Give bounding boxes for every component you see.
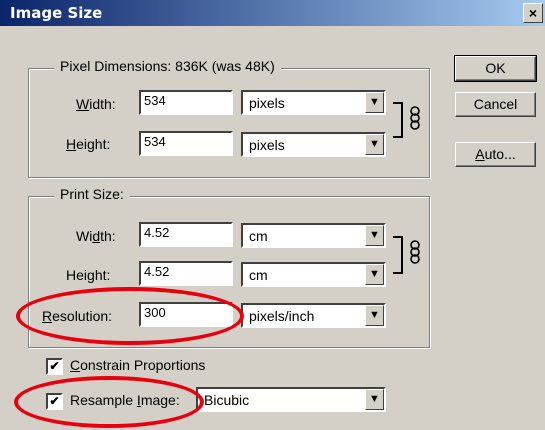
print-height-unit-value: cm xyxy=(249,267,268,283)
pixel-height-unit-select[interactable]: pixels ▼ xyxy=(241,132,386,157)
pixel-dimensions-legend: Pixel Dimensions: 836K (was 48K) xyxy=(54,58,281,74)
pixel-link-bracket xyxy=(393,102,403,138)
auto-button[interactable]: Auto... xyxy=(455,142,536,167)
pixel-dimensions-group xyxy=(28,68,430,178)
chevron-down-icon[interactable]: ▼ xyxy=(365,225,384,246)
resample-highlight-annotation xyxy=(14,376,204,428)
ok-button[interactable]: OK xyxy=(454,55,537,82)
print-width-unit-value: cm xyxy=(249,228,268,244)
resolution-unit-value: pixels/inch xyxy=(249,308,315,324)
resolution-highlight-annotation xyxy=(16,287,244,345)
resample-method-select[interactable]: Bicubic ▼ xyxy=(196,387,386,412)
print-height-input[interactable]: 4.52 xyxy=(139,261,233,286)
pixel-height-label: Height: xyxy=(66,136,111,152)
close-button[interactable]: × xyxy=(523,3,543,23)
constrain-proportions-label: Constrain Proportions xyxy=(70,357,206,373)
pixel-width-unit-select[interactable]: pixels ▼ xyxy=(241,90,386,115)
pixel-width-unit-value: pixels xyxy=(249,95,285,111)
print-height-label: Height: xyxy=(66,267,111,283)
resolution-unit-select[interactable]: pixels/inch ▼ xyxy=(241,303,386,328)
chevron-down-icon[interactable]: ▼ xyxy=(365,305,384,326)
chain-link-icon xyxy=(410,240,420,264)
chevron-down-icon[interactable]: ▼ xyxy=(365,92,384,113)
pixel-width-input[interactable]: 534 xyxy=(139,90,233,115)
pixel-height-unit-value: pixels xyxy=(249,137,285,153)
constrain-proportions-checkbox[interactable]: ✔ xyxy=(46,358,63,375)
print-width-label: Width: xyxy=(76,228,116,244)
chevron-down-icon[interactable]: ▼ xyxy=(365,389,384,410)
chevron-down-icon[interactable]: ▼ xyxy=(365,134,384,155)
print-height-unit-select[interactable]: cm ▼ xyxy=(241,262,386,287)
print-link-bracket xyxy=(393,236,403,274)
chain-link-icon xyxy=(410,106,420,130)
chevron-down-icon[interactable]: ▼ xyxy=(365,264,384,285)
cancel-button[interactable]: Cancel xyxy=(455,92,536,117)
print-width-input[interactable]: 4.52 xyxy=(139,222,233,247)
print-width-unit-select[interactable]: cm ▼ xyxy=(241,223,386,248)
window-title: Image Size xyxy=(10,4,103,22)
resample-method-value: Bicubic xyxy=(204,392,250,408)
title-bar: Image Size × xyxy=(0,0,545,26)
pixel-height-input[interactable]: 534 xyxy=(139,131,233,156)
pixel-width-label: Width: xyxy=(76,96,116,112)
print-size-legend: Print Size: xyxy=(54,186,130,202)
